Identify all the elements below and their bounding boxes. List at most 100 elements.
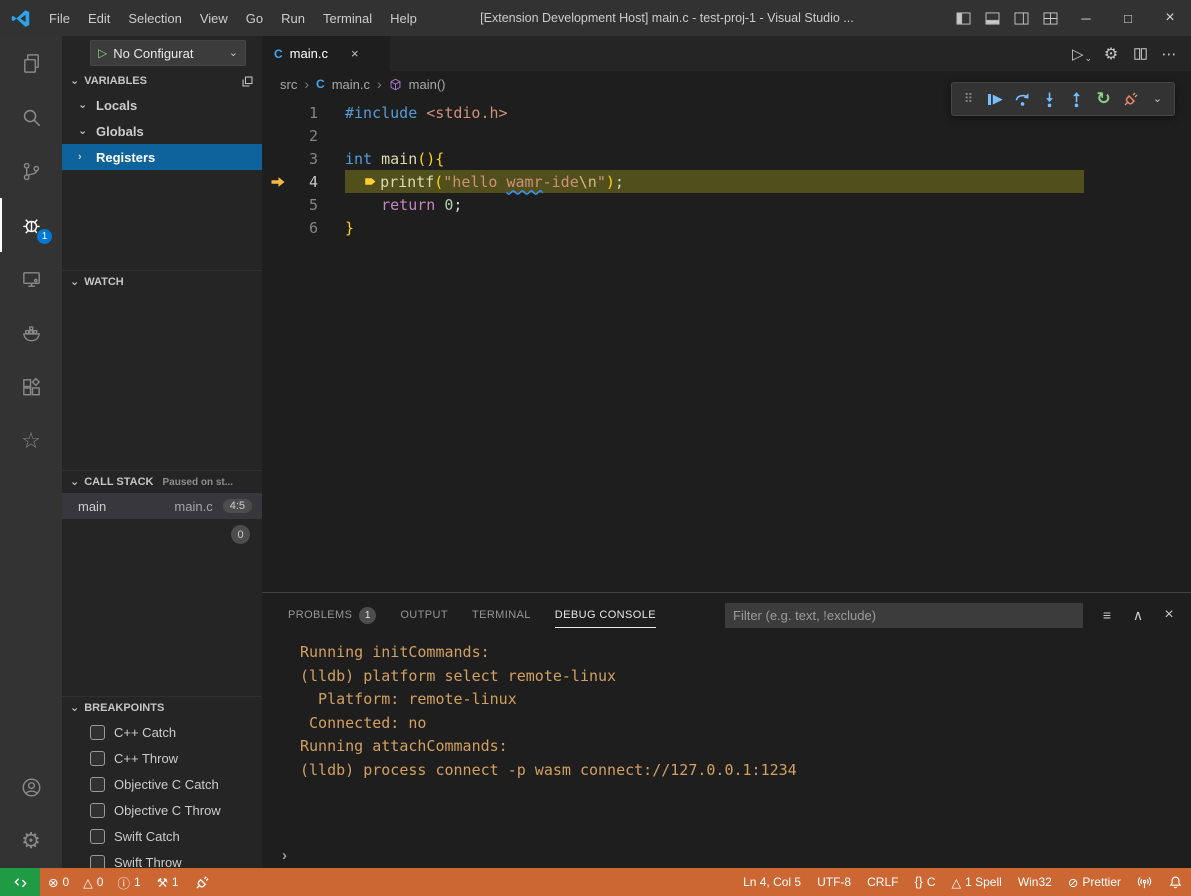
- debug-config-picker[interactable]: ▷ No Configurat ⌄: [90, 40, 246, 66]
- continue-button[interactable]: ▶: [982, 85, 1009, 113]
- breakpoint-row[interactable]: Swift Throw: [62, 849, 262, 868]
- eol-indicator[interactable]: CRLF: [859, 868, 906, 896]
- tab-output[interactable]: OUTPUT: [400, 593, 448, 637]
- step-into-button[interactable]: [1036, 85, 1063, 113]
- checkbox[interactable]: [90, 855, 105, 869]
- close-tab-icon[interactable]: ×: [351, 46, 359, 61]
- debug-console[interactable]: Running initCommands: (lldb) platform se…: [262, 637, 1191, 868]
- console-filter-input[interactable]: [725, 603, 1083, 628]
- console-options-icon[interactable]: ≡: [1095, 603, 1119, 627]
- breakpoint-row[interactable]: Objective C Catch: [62, 771, 262, 797]
- close-panel-icon[interactable]: ×: [1157, 603, 1181, 627]
- split-editor-icon[interactable]: [1128, 41, 1152, 67]
- toggle-panel-icon[interactable]: [978, 0, 1007, 36]
- run-or-debug-button[interactable]: ▷ ⌄: [1070, 41, 1094, 67]
- settings-gear-icon[interactable]: ⚙: [1099, 41, 1123, 67]
- activity-docker[interactable]: [0, 306, 62, 360]
- menu-help[interactable]: Help: [381, 0, 426, 36]
- customize-layout-icon[interactable]: [1036, 0, 1065, 36]
- breakpoint-gutter[interactable]: [262, 174, 294, 190]
- call-stack-header[interactable]: ⌄ CALL STACK Paused on st...: [62, 471, 262, 493]
- tab-main-c[interactable]: C main.c ×: [262, 36, 390, 71]
- maximize-panel-icon[interactable]: ∧: [1126, 603, 1150, 627]
- checkbox[interactable]: [90, 751, 105, 766]
- close-button[interactable]: ×: [1149, 0, 1191, 36]
- toggle-secondary-sidebar-icon[interactable]: [1007, 0, 1036, 36]
- checkbox[interactable]: [90, 829, 105, 844]
- breakpoints-title: BREAKPOINTS: [84, 702, 164, 714]
- stack-frame-row[interactable]: main main.c 4:5: [62, 493, 262, 519]
- breadcrumb-symbol[interactable]: main(): [409, 77, 446, 92]
- checkbox[interactable]: [90, 777, 105, 792]
- code-editor[interactable]: 1 #include <stdio.h> 2 3 int main(){ 4 p…: [262, 97, 1191, 592]
- step-over-button[interactable]: [1009, 85, 1036, 113]
- activity-accounts[interactable]: [0, 760, 62, 814]
- activity-settings[interactable]: ⚙: [0, 814, 62, 868]
- step-out-button[interactable]: [1063, 85, 1090, 113]
- console-input-row[interactable]: ›: [262, 842, 1191, 868]
- activity-explorer[interactable]: [0, 36, 62, 90]
- broadcast-icon[interactable]: [1129, 868, 1160, 896]
- toggle-sidebar-icon[interactable]: [949, 0, 978, 36]
- code-line: 3 int main(){: [262, 147, 1191, 170]
- activity-source-control[interactable]: [0, 144, 62, 198]
- restart-button[interactable]: ↻: [1090, 85, 1117, 113]
- breakpoint-row[interactable]: Swift Catch: [62, 823, 262, 849]
- collapse-all-icon[interactable]: [241, 75, 254, 88]
- menu-selection[interactable]: Selection: [119, 0, 190, 36]
- scope-locals[interactable]: ⌄ Locals: [62, 92, 262, 118]
- breadcrumb-file[interactable]: main.c: [332, 77, 370, 92]
- activity-search[interactable]: [0, 90, 62, 144]
- maximize-button[interactable]: □: [1107, 0, 1149, 36]
- activity-favorites[interactable]: ☆: [0, 414, 62, 468]
- c-file-icon: C: [316, 77, 325, 91]
- menu-view[interactable]: View: [191, 0, 237, 36]
- breakpoint-row[interactable]: Objective C Throw: [62, 797, 262, 823]
- activity-bar: 1 ☆ ⚙: [0, 36, 62, 868]
- chevron-down-icon[interactable]: ⌄: [1144, 85, 1171, 113]
- spell-indicator[interactable]: △ 1 Spell: [943, 868, 1009, 896]
- menu-terminal[interactable]: Terminal: [314, 0, 381, 36]
- current-line-arrow-icon: [270, 174, 286, 190]
- debug-config-row: ▷ No Configurat ⌄: [62, 36, 262, 70]
- formatter-indicator[interactable]: ⊘ Prettier: [1060, 868, 1129, 896]
- chevron-right-icon: ›: [304, 76, 309, 92]
- menu-edit[interactable]: Edit: [79, 0, 119, 36]
- tab-debug-console[interactable]: DEBUG CONSOLE: [555, 593, 656, 637]
- remote-indicator[interactable]: [0, 868, 40, 896]
- language-indicator[interactable]: {} C: [906, 868, 943, 896]
- variables-header[interactable]: ⌄ VARIABLES: [62, 70, 262, 92]
- problems-indicator[interactable]: ⊗ 0 △ 0 ⓘ 1: [40, 868, 149, 896]
- breakpoint-row[interactable]: C++ Throw: [62, 745, 262, 771]
- breadcrumb-folder[interactable]: src: [280, 77, 297, 92]
- breakpoint-row[interactable]: C++ Catch: [62, 719, 262, 745]
- tab-problems[interactable]: PROBLEMS 1: [288, 593, 376, 637]
- encoding-indicator[interactable]: UTF-8: [809, 868, 859, 896]
- tab-terminal[interactable]: TERMINAL: [472, 593, 531, 637]
- source-control-icon: [20, 160, 43, 183]
- minimize-button[interactable]: ─: [1065, 0, 1107, 36]
- tools-indicator[interactable]: ⚒ 1: [149, 868, 187, 896]
- breakpoints-header[interactable]: ⌄ BREAKPOINTS: [62, 697, 262, 719]
- activity-remote-explorer[interactable]: [0, 252, 62, 306]
- notifications-bell-icon[interactable]: [1160, 868, 1191, 896]
- checkbox[interactable]: [90, 725, 105, 740]
- menu-run[interactable]: Run: [272, 0, 314, 36]
- activity-extensions[interactable]: [0, 360, 62, 414]
- menu-go[interactable]: Go: [237, 0, 272, 36]
- more-actions-icon[interactable]: ⋯: [1157, 41, 1181, 67]
- scope-globals[interactable]: ⌄ Globals: [62, 118, 262, 144]
- debug-session-indicator[interactable]: [187, 868, 218, 896]
- drag-handle[interactable]: ⠿: [955, 85, 982, 113]
- activity-run-debug[interactable]: 1: [0, 198, 62, 252]
- disconnect-button[interactable]: [1117, 85, 1144, 113]
- checkbox[interactable]: [90, 803, 105, 818]
- cursor-position[interactable]: Ln 4, Col 5: [735, 868, 809, 896]
- docker-icon: [20, 322, 43, 345]
- menu-file[interactable]: File: [40, 0, 79, 36]
- console-line: Platform: remote-linux: [300, 688, 1191, 712]
- watch-header[interactable]: ⌄ WATCH: [62, 271, 262, 293]
- start-debug-icon[interactable]: ▷: [98, 46, 107, 60]
- platform-indicator[interactable]: Win32: [1010, 868, 1060, 896]
- scope-registers[interactable]: › Registers: [62, 144, 262, 170]
